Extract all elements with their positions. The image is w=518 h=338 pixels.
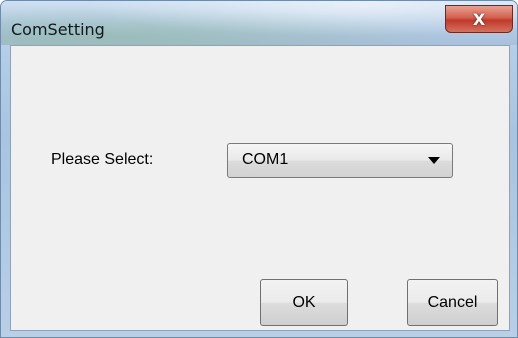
- dialog-body: Please Select: COM1 OK Cancel: [10, 45, 510, 331]
- please-select-label: Please Select:: [51, 151, 154, 168]
- comsetting-window: ComSetting X Please Select: COM1 OK Canc…: [0, 0, 518, 338]
- cancel-button[interactable]: Cancel: [407, 279, 498, 326]
- port-select-dropdown[interactable]: COM1: [227, 143, 453, 178]
- close-button[interactable]: X: [445, 5, 513, 33]
- dropdown-arrow-icon[interactable]: [428, 157, 440, 164]
- close-icon: X: [472, 9, 486, 29]
- title-bar[interactable]: ComSetting X: [1, 1, 517, 45]
- ok-button[interactable]: OK: [260, 279, 348, 326]
- port-select-value: COM1: [242, 151, 289, 168]
- window-title: ComSetting: [11, 20, 105, 39]
